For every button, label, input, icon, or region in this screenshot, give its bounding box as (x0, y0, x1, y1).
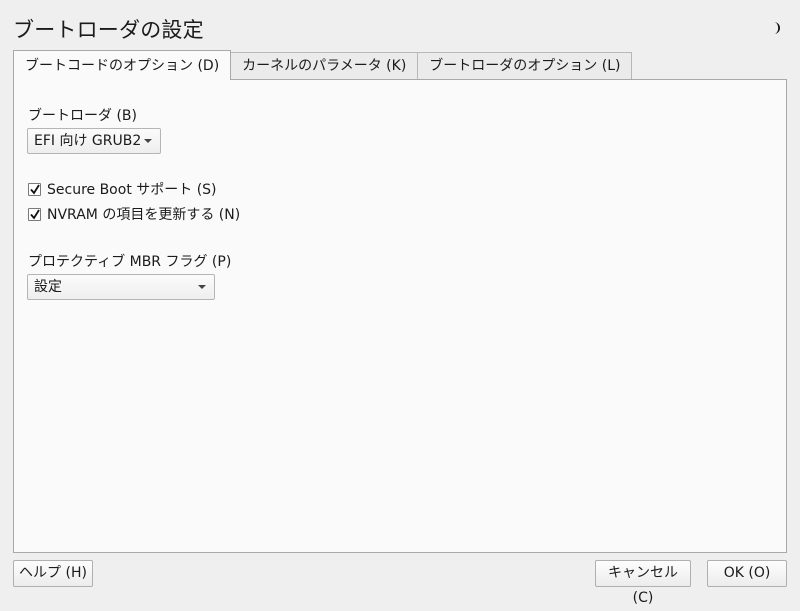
protective-mbr-select[interactable]: 設定 (27, 274, 215, 300)
moon-icon[interactable] (769, 20, 783, 34)
cancel-button[interactable]: キャンセル (C) (595, 560, 691, 606)
bootloader-select-value: EFI 向け GRUB2 (34, 133, 142, 149)
tab-kernel-parameters[interactable]: カーネルのパラメータ (K) (230, 52, 419, 79)
tab-bar: ブートコードのオプション (D) カーネルのパラメータ (K) ブートローダのオ… (13, 50, 633, 80)
secure-boot-option[interactable]: Secure Boot サポート (S) (28, 180, 217, 198)
secure-boot-checkbox[interactable] (28, 182, 41, 196)
tab-boot-code-options[interactable]: ブートコードのオプション (D) (13, 50, 232, 80)
secure-boot-label: Secure Boot サポート (S) (47, 182, 217, 198)
chevron-down-icon (144, 139, 152, 143)
help-button[interactable]: ヘルプ (H) (13, 560, 93, 587)
protective-mbr-label: プロテクティブ MBR フラグ (P) (28, 254, 232, 270)
tab-bootloader-options[interactable]: ブートローダのオプション (L) (417, 52, 633, 79)
ok-button[interactable]: OK (O) (707, 560, 787, 587)
protective-mbr-select-value: 設定 (34, 279, 62, 295)
chevron-down-icon (198, 285, 206, 289)
bootloader-label: ブートローダ (B) (28, 108, 137, 124)
tab-panel: ブートローダ (B) EFI 向け GRUB2 Secure Boot サポート… (13, 79, 787, 553)
checkmark-icon (30, 209, 40, 220)
bootloader-select[interactable]: EFI 向け GRUB2 (27, 128, 161, 154)
checkmark-icon (30, 184, 40, 195)
nvram-label: NVRAM の項目を更新する (N) (47, 207, 241, 223)
nvram-checkbox[interactable] (28, 207, 41, 221)
nvram-option[interactable]: NVRAM の項目を更新する (N) (28, 205, 240, 223)
page-title: ブートローダの設定 (13, 18, 204, 42)
